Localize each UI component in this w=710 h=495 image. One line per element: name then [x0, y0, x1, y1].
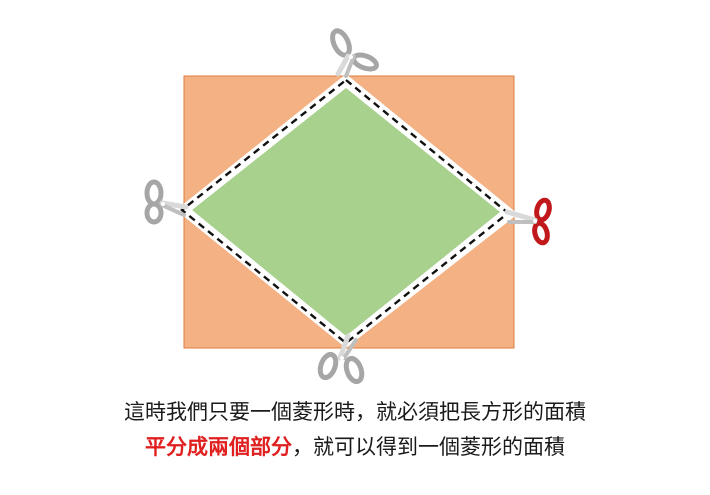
diagram-canvas [144, 28, 552, 385]
scissors-icon-top [330, 28, 379, 78]
caption-line-2-rest: ，就可以得到一個菱形的面積 [292, 435, 565, 459]
scissors-icon-left [144, 179, 189, 225]
caption-line-2: 平分成兩個部分，就可以得到一個菱形的面積 [0, 431, 710, 461]
caption-line-1: 這時我們只要一個菱形時，就必須把長方形的面積 [124, 400, 586, 424]
caption-highlight: 平分成兩個部分 [145, 435, 292, 459]
